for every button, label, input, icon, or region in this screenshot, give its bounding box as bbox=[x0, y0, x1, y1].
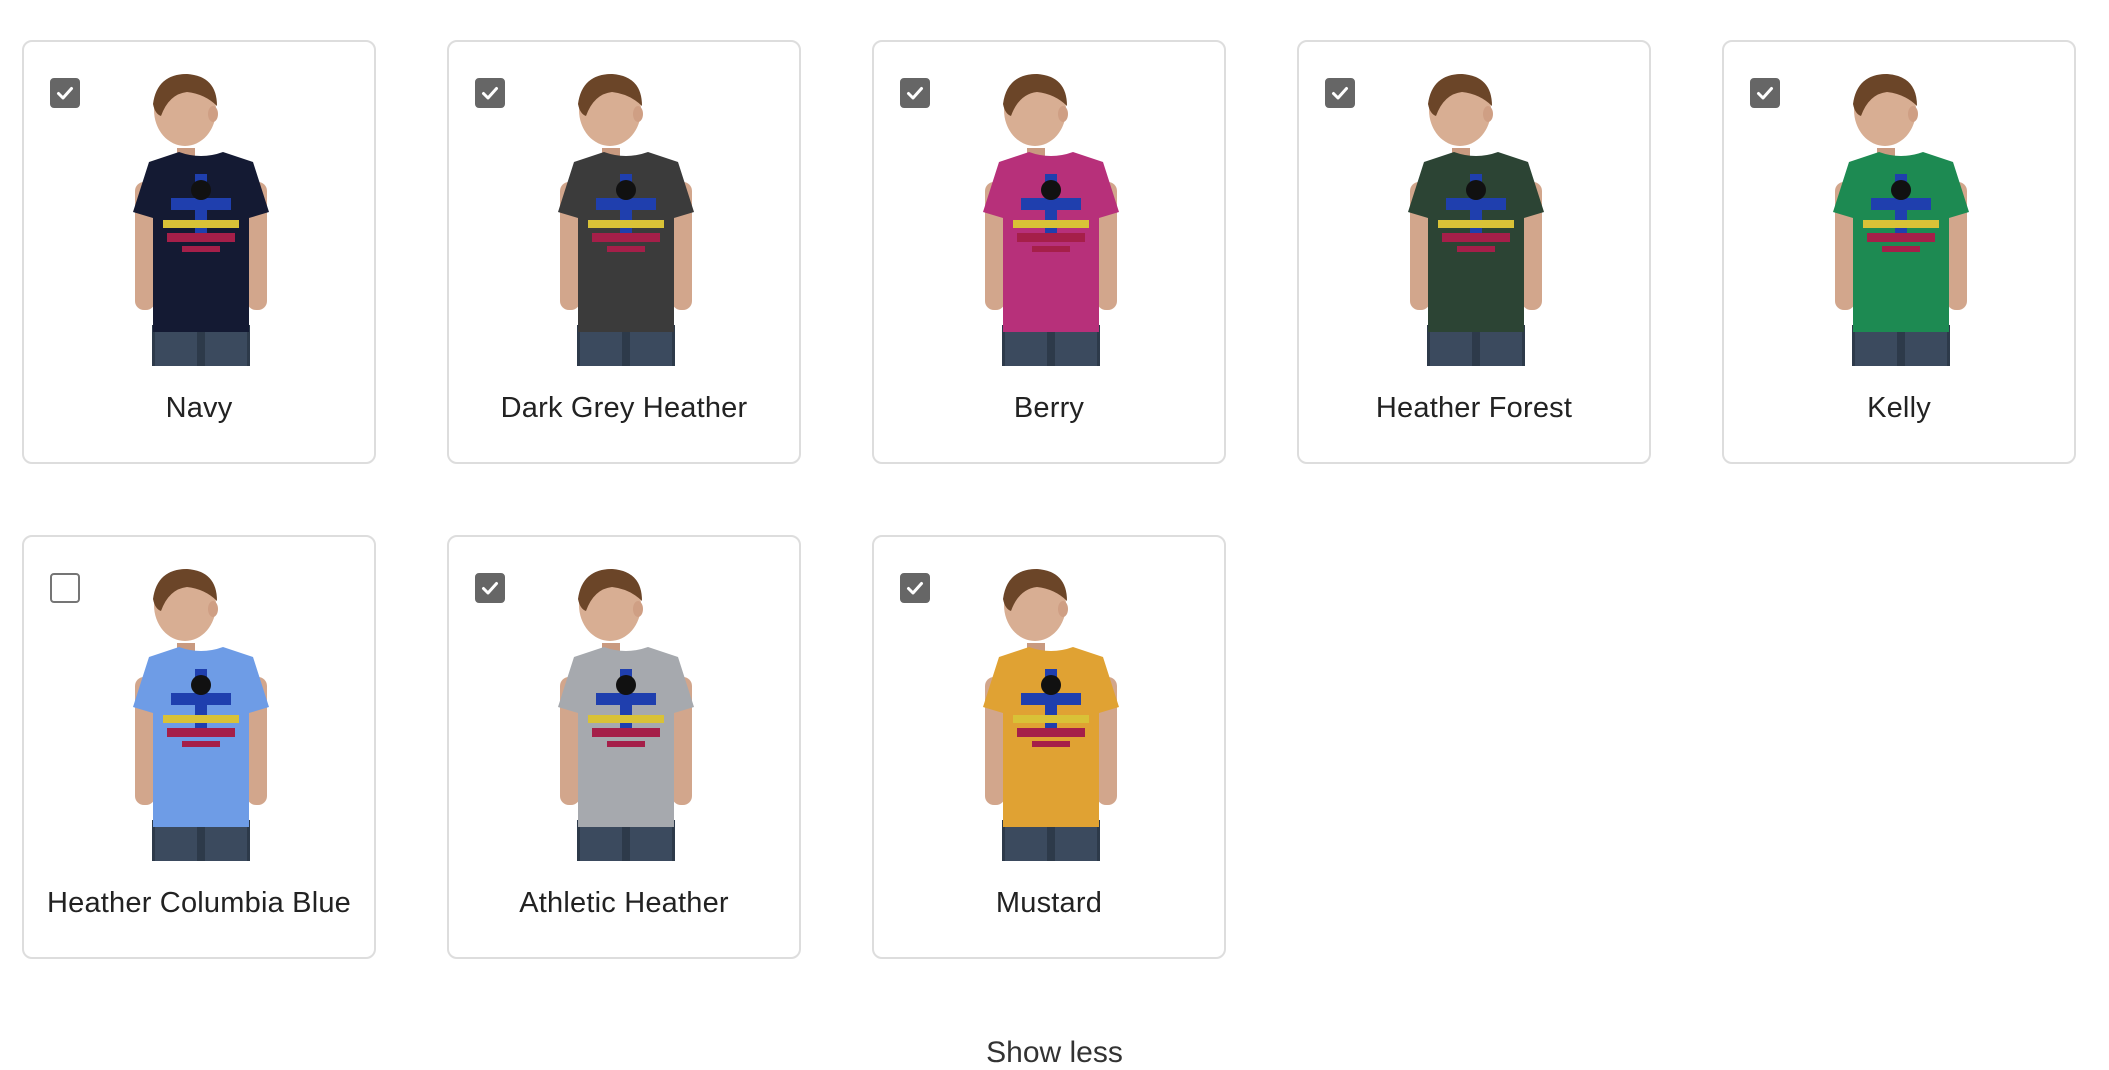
kid-tshirt-back-icon bbox=[558, 569, 694, 861]
kid-tshirt-back-icon bbox=[133, 74, 269, 366]
kid-tshirt-back-icon bbox=[558, 74, 694, 366]
color-name: Kelly bbox=[1867, 392, 1931, 424]
color-card-navy[interactable]: Navy bbox=[22, 40, 376, 464]
shirt-image bbox=[552, 565, 700, 861]
color-name: Athletic Heather bbox=[519, 887, 729, 919]
show-less-link[interactable]: Show less bbox=[0, 1036, 2109, 1070]
checkmark-icon bbox=[482, 87, 498, 100]
checkmark-icon bbox=[907, 582, 923, 595]
checkbox[interactable] bbox=[50, 78, 80, 108]
kid-tshirt-back-icon bbox=[1408, 74, 1544, 366]
color-name: Heather Columbia Blue bbox=[46, 887, 352, 919]
color-card-dark-grey-heather[interactable]: Dark Grey Heather bbox=[447, 40, 801, 464]
checkmark-icon bbox=[57, 87, 73, 100]
shirt-image bbox=[552, 70, 700, 366]
checkbox[interactable] bbox=[475, 573, 505, 603]
color-grid: Navy Dark Grey Heather Berry Heather For… bbox=[22, 40, 2076, 959]
color-card-kelly[interactable]: Kelly bbox=[1722, 40, 2076, 464]
kid-tshirt-back-icon bbox=[133, 569, 269, 861]
checkbox[interactable] bbox=[1325, 78, 1355, 108]
checkmark-icon bbox=[907, 87, 923, 100]
color-name: Heather Forest bbox=[1375, 392, 1573, 424]
checkbox[interactable] bbox=[900, 573, 930, 603]
checkbox[interactable] bbox=[50, 573, 80, 603]
checkmark-icon bbox=[1332, 87, 1348, 100]
kid-tshirt-back-icon bbox=[1833, 74, 1969, 366]
shirt-image bbox=[1827, 70, 1975, 366]
shirt-image bbox=[977, 70, 1125, 366]
checkbox[interactable] bbox=[900, 78, 930, 108]
checkbox[interactable] bbox=[475, 78, 505, 108]
checkbox[interactable] bbox=[1750, 78, 1780, 108]
kid-tshirt-back-icon bbox=[983, 74, 1119, 366]
color-card-athletic-heather[interactable]: Athletic Heather bbox=[447, 535, 801, 959]
color-name: Berry bbox=[1013, 392, 1085, 424]
color-name: Mustard bbox=[995, 887, 1103, 919]
shirt-image bbox=[977, 565, 1125, 861]
kid-tshirt-back-icon bbox=[983, 569, 1119, 861]
checkmark-icon bbox=[482, 582, 498, 595]
color-name: Dark Grey Heather bbox=[500, 392, 748, 424]
color-name: Navy bbox=[165, 392, 233, 424]
shirt-image bbox=[127, 70, 275, 366]
color-card-berry[interactable]: Berry bbox=[872, 40, 1226, 464]
color-card-heather-forest[interactable]: Heather Forest bbox=[1297, 40, 1651, 464]
shirt-image bbox=[1402, 70, 1550, 366]
shirt-image bbox=[127, 565, 275, 861]
checkmark-icon bbox=[1757, 87, 1773, 100]
color-card-mustard[interactable]: Mustard bbox=[872, 535, 1226, 959]
color-card-heather-columbia-blue[interactable]: Heather Columbia Blue bbox=[22, 535, 376, 959]
